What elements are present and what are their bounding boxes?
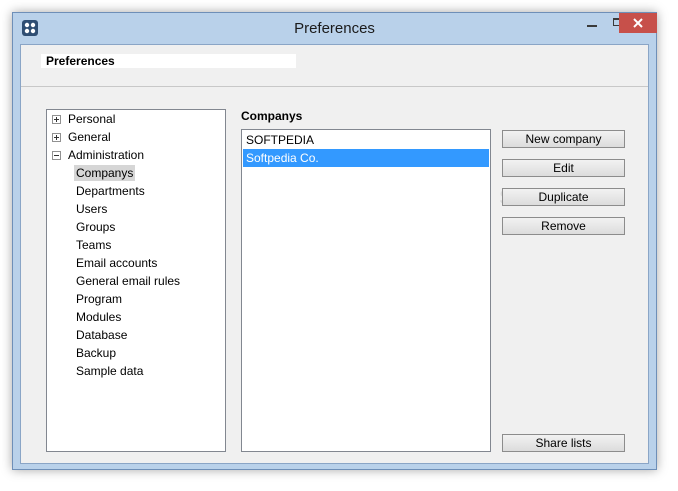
tree-item-label: Email accounts bbox=[76, 256, 158, 270]
edit-button[interactable]: Edit bbox=[502, 159, 625, 177]
tree-item-label: Groups bbox=[76, 220, 116, 234]
tree-item-label: Teams bbox=[76, 238, 112, 252]
tree-item-label: Modules bbox=[76, 310, 122, 324]
tree-node-label: General bbox=[68, 130, 111, 144]
close-button[interactable] bbox=[619, 13, 657, 33]
new-company-button[interactable]: New company bbox=[502, 130, 625, 148]
minimize-icon bbox=[587, 25, 597, 27]
tree-item-label: Users bbox=[76, 202, 108, 216]
title-bar[interactable]: Preferences bbox=[13, 13, 657, 43]
tree-item-label: Departments bbox=[76, 184, 145, 198]
preferences-window: Preferences Preferences Personal General bbox=[12, 12, 657, 470]
header-strip: Preferences bbox=[21, 45, 648, 87]
section-title: Companys bbox=[241, 109, 303, 123]
preferences-tree[interactable]: Personal General Administration Companys… bbox=[46, 109, 226, 452]
tree-item-label: Database bbox=[76, 328, 128, 342]
tree-item-label: Backup bbox=[76, 346, 117, 360]
remove-button[interactable]: Remove bbox=[502, 217, 625, 235]
companies-list[interactable]: SOFTPEDIA Softpedia Co. bbox=[241, 129, 491, 452]
tree-item-label: Program bbox=[76, 292, 123, 306]
close-icon bbox=[633, 18, 643, 28]
tree-item-label: Sample data bbox=[76, 364, 144, 378]
tree-item-label: Companys bbox=[74, 165, 136, 181]
expand-icon[interactable] bbox=[52, 115, 61, 124]
list-item[interactable]: SOFTPEDIA bbox=[243, 131, 489, 149]
list-item[interactable]: Softpedia Co. bbox=[243, 149, 489, 167]
share-lists-button[interactable]: Share lists bbox=[502, 434, 625, 452]
tree-item-label: General email rules bbox=[76, 274, 181, 288]
client-area: Preferences Personal General Administrat… bbox=[20, 44, 649, 464]
tree-node-label: Administration bbox=[68, 148, 145, 162]
tree-node-label: Personal bbox=[68, 112, 116, 126]
page-title: Preferences bbox=[41, 54, 296, 68]
expand-icon[interactable] bbox=[52, 133, 61, 142]
window-title: Preferences bbox=[294, 20, 375, 37]
duplicate-button[interactable]: Duplicate bbox=[502, 188, 625, 206]
minimize-button[interactable] bbox=[579, 13, 605, 33]
collapse-icon[interactable] bbox=[52, 151, 61, 160]
